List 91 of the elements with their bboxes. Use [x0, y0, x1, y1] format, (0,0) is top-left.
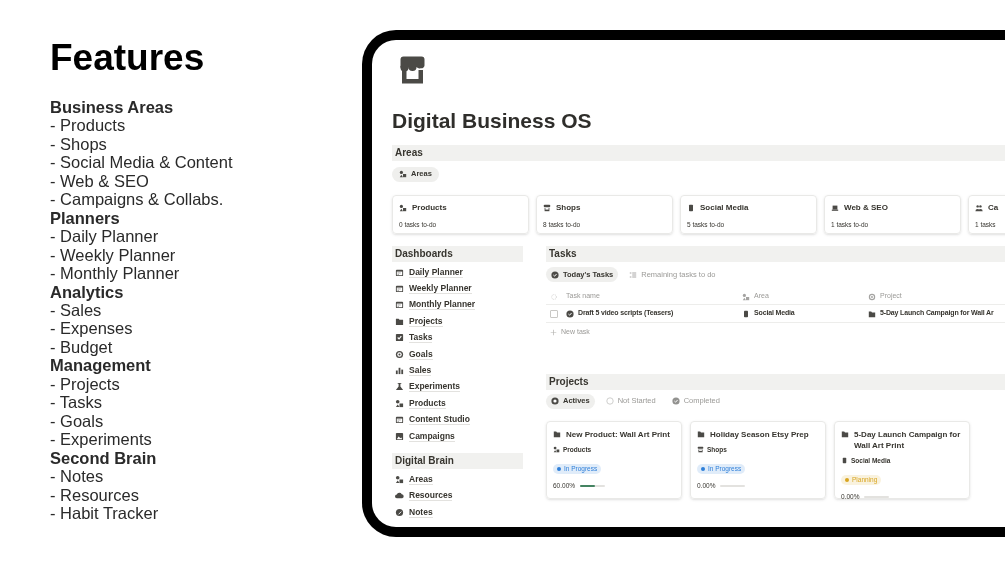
sidebar-link[interactable]: Experiments [409, 381, 461, 393]
check-circle-icon [671, 397, 680, 405]
sidebar-link[interactable]: Sales [409, 365, 432, 377]
feature-item: - Monthly Planner [50, 264, 181, 283]
features-heading: Features [50, 38, 206, 78]
sidebar-link[interactable]: Goals [409, 348, 433, 360]
feature-item: - Budget [50, 337, 114, 357]
sidebar-link[interactable]: Projects [409, 315, 443, 327]
radio-icon [551, 397, 559, 405]
circle-icon [605, 397, 614, 405]
feature-group-heading: Second Brain [50, 448, 158, 468]
shapes-icon [553, 445, 560, 453]
feature-item: - Experiments [50, 430, 153, 449]
calendar-icon [395, 300, 404, 310]
folder-icon [868, 309, 876, 318]
feature-group-heading: Management [50, 356, 152, 375]
feature-group-heading: Analytics [50, 282, 125, 301]
card-title: New Product: Wall Art Print [566, 428, 670, 440]
checkbox[interactable] [550, 309, 558, 318]
feature-item: - Web & SEO [50, 171, 150, 191]
store-icon [697, 445, 704, 453]
cloud-icon [395, 491, 404, 501]
section-header: Projects [546, 373, 1005, 390]
sidebar-link[interactable]: Resources [409, 490, 453, 502]
sidebar-link[interactable]: Content Studio [409, 414, 470, 426]
section-header: Tasks [546, 246, 1005, 262]
shapes-icon [395, 398, 404, 408]
check-circle-icon [551, 270, 559, 279]
feature-item: - Weekly Planner [50, 245, 177, 265]
feature-item: - Notes [50, 467, 105, 486]
shapes-icon [395, 475, 404, 484]
shapes-icon [742, 292, 750, 301]
card-title: Web & SEO [844, 202, 888, 214]
sidebar-link[interactable]: Daily Planner [409, 266, 463, 278]
section-header: Dashboards [392, 246, 523, 262]
check-circle-icon [566, 309, 574, 318]
feature-item: - Sales [50, 301, 103, 320]
target-icon [395, 349, 404, 359]
sidebar-link[interactable]: Weekly Planner [409, 283, 472, 295]
feature-item: - Daily Planner [50, 227, 160, 246]
checkbox-icon [395, 333, 404, 343]
calendar-icon [395, 284, 404, 294]
target-icon [868, 292, 876, 301]
page-title: Digital Business OS [392, 108, 593, 134]
picture-frame-icon [395, 431, 404, 441]
shapes-icon [399, 204, 407, 212]
feature-item: - Social Media & Content [50, 153, 234, 172]
sidebar-link[interactable]: Tasks [409, 332, 433, 344]
feature-item: - Shops [50, 134, 108, 154]
feature-item: - Tasks [50, 393, 103, 412]
bar-chart-icon [395, 366, 404, 376]
folder-icon [841, 429, 849, 438]
calendar-icon [395, 267, 404, 277]
laptop-icon [831, 204, 839, 212]
feature-item: - Products [50, 116, 127, 135]
sidebar-link[interactable]: Campaigns [409, 430, 455, 442]
people-icon [975, 204, 983, 212]
phone-icon [841, 456, 848, 464]
card-title: 5-Day Launch Campaign for Wall Art Print [854, 428, 962, 451]
feature-item: - Habit Tracker [50, 503, 160, 523]
card-title: Products [412, 202, 447, 214]
progress-fill [580, 485, 596, 488]
folder-icon [395, 316, 404, 326]
feature-item: - Expenses [50, 319, 134, 338]
card-title: Ca [988, 202, 999, 214]
calendar-icon [395, 415, 404, 425]
section-header: Areas [392, 145, 1005, 161]
shapes-icon [399, 170, 407, 178]
feature-item: - Campaigns & Collabs. [50, 190, 225, 209]
feature-item: - Resources [50, 485, 140, 504]
card-title: Social Media [700, 202, 749, 214]
phone-icon [687, 204, 695, 212]
feature-item: - Goals [50, 411, 105, 431]
folder-icon [553, 429, 561, 438]
sidebar-link[interactable]: Notes [409, 506, 433, 518]
folder-icon [697, 429, 705, 438]
flask-icon [395, 382, 404, 392]
feature-group-heading: Business Areas [50, 98, 175, 117]
store-icon [543, 204, 551, 212]
feature-group-heading: Planners [50, 208, 121, 228]
section-header: Digital Brain [392, 453, 523, 470]
plus-icon [550, 328, 557, 336]
sidebar-link[interactable]: Areas [409, 474, 433, 485]
phone-icon [742, 309, 750, 318]
sidebar-link[interactable]: Products [409, 397, 446, 409]
card-title: Shops [556, 202, 581, 214]
card-title: Holiday Season Etsy Prep [710, 428, 809, 440]
sidebar-link[interactable]: Monthly Planner [409, 299, 476, 311]
store-icon [397, 55, 428, 85]
loading-icon [550, 292, 558, 301]
feature-item: - Projects [50, 374, 121, 394]
